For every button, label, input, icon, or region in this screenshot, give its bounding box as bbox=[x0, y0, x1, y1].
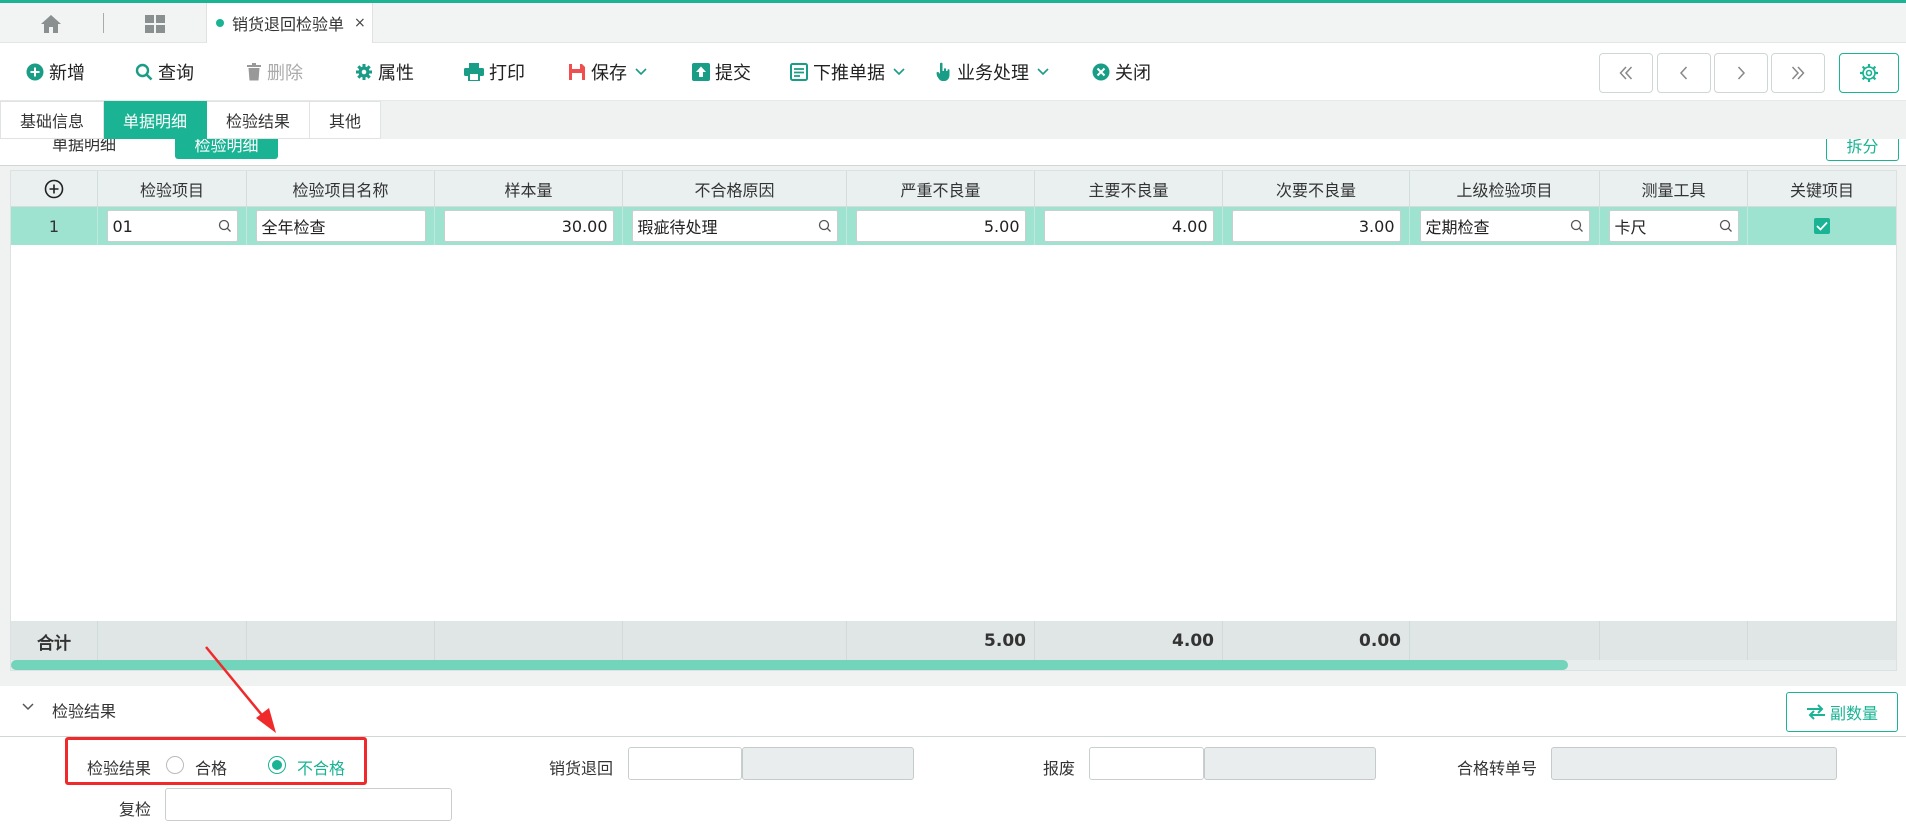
annotation-arrow bbox=[205, 646, 276, 733]
